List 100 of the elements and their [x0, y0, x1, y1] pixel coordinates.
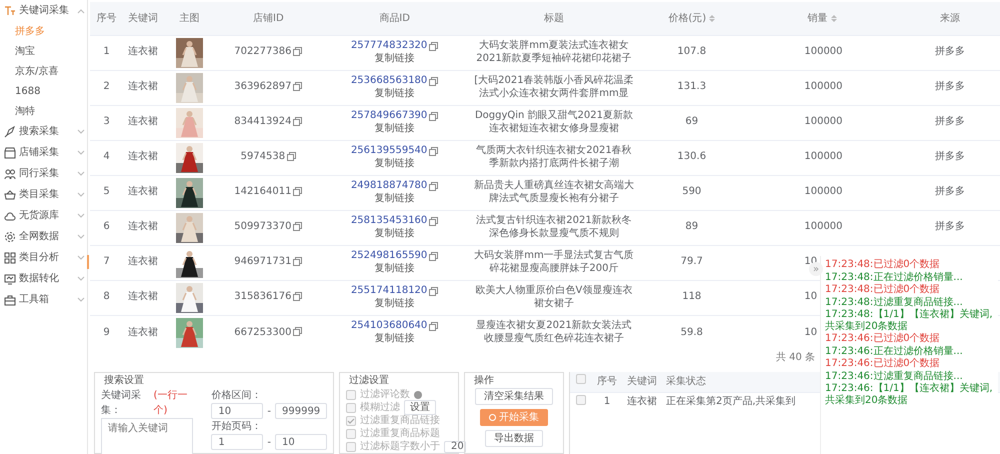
settings-button[interactable]: 设置 [404, 400, 436, 415]
copy-link[interactable]: 复制链接 [374, 88, 415, 98]
copy-icon[interactable] [429, 112, 438, 121]
checkbox[interactable] [346, 416, 356, 426]
copy-icon[interactable] [293, 327, 302, 336]
panel-legend: 搜索设置 [101, 375, 147, 387]
goods-id-link[interactable]: 257774832320 [350, 40, 428, 52]
goods-id-link[interactable]: 254103680640 [350, 320, 428, 333]
copy-link[interactable]: 复制链接 [374, 332, 415, 344]
copy-icon[interactable] [293, 187, 302, 196]
gear-icon [4, 230, 16, 242]
sort-icon[interactable] [830, 14, 837, 23]
table-cell: 6 [90, 210, 124, 245]
sidebar-item[interactable]: 全网数据 [0, 226, 87, 247]
action-button[interactable]: 导出数据 [485, 430, 543, 447]
sidebar-item[interactable]: 关键词采集 [0, 0, 87, 21]
range-separator: - [267, 404, 271, 418]
copy-icon[interactable] [287, 152, 296, 162]
goods-id-link[interactable]: 249818874780 [350, 180, 428, 192]
sidebar-subitem[interactable]: 淘特 [0, 101, 87, 121]
copy-link[interactable]: 复制链接 [374, 158, 415, 168]
field-label: 关键词采集： [101, 388, 142, 418]
checkbox[interactable] [346, 390, 356, 400]
action-button[interactable]: 清空采集结果 [475, 388, 553, 405]
copy-icon[interactable] [429, 286, 438, 296]
goods-id-link[interactable]: 253668563180 [350, 75, 428, 88]
copy-link[interactable]: 复制链接 [374, 52, 415, 64]
splitter-handle[interactable] [87, 255, 89, 269]
column-header[interactable]: 价格(元) [639, 2, 744, 35]
shop-icon [4, 146, 16, 158]
column-header[interactable]: 销量 [744, 2, 900, 35]
sidebar-item[interactable]: 店铺采集 [0, 142, 87, 163]
panel-legend: 操作 [471, 375, 497, 387]
copy-icon[interactable] [293, 222, 302, 232]
table-cell: 59.8 [639, 315, 744, 350]
table-cell: 10 [804, 326, 818, 338]
sort-icon[interactable] [709, 14, 716, 23]
goods-id-link[interactable]: 258135453160 [350, 215, 428, 228]
copy-icon[interactable] [293, 257, 302, 266]
goods-id-link[interactable]: 252498165590 [350, 250, 428, 262]
sidebar-subitem[interactable]: 淘宝 [0, 41, 87, 61]
checkbox[interactable] [346, 428, 356, 438]
copy-icon[interactable] [429, 216, 438, 226]
sidebar-item[interactable]: 类目分析 [0, 247, 87, 268]
table-cell: 107.8 [639, 35, 744, 70]
panel-legend: 过滤设置 [346, 375, 392, 387]
table-cell: 8 [90, 280, 124, 315]
checkbox[interactable] [346, 442, 356, 452]
table-cell: 大码女装胖mm夏装法式连衣裙女2021新款夏季短袖碎花裙印花裙子 [468, 35, 640, 70]
copy-icon[interactable] [293, 292, 302, 302]
copy-link[interactable]: 复制链接 [374, 298, 415, 308]
goods-id-link[interactable]: 255174118120 [350, 285, 428, 298]
copy-icon[interactable] [429, 252, 438, 261]
keyword-input[interactable]: 请输入关键词 [101, 418, 193, 454]
number-input[interactable]: 20 [444, 440, 466, 452]
table-cell: 3 [90, 105, 124, 140]
number-input[interactable]: 10 [275, 434, 327, 450]
sidebar-item[interactable]: 搜索采集 [0, 121, 87, 142]
copy-link[interactable]: 复制链接 [374, 228, 415, 238]
sidebar-item[interactable]: 类目采集 [0, 184, 87, 205]
column-header: 序号 [90, 2, 124, 35]
table-cell: 131.3 [639, 70, 744, 105]
table-cell: 连衣裙 [123, 280, 164, 315]
copy-icon[interactable] [429, 42, 438, 51]
number-input[interactable]: 10 [211, 403, 264, 419]
goods-id-link[interactable]: 257849667390 [350, 110, 428, 122]
sidebar-item[interactable]: 工具箱 [0, 289, 87, 310]
checkbox[interactable] [346, 402, 356, 412]
copy-icon[interactable] [429, 76, 438, 86]
sidebar-item[interactable]: 数据转化 [0, 268, 87, 289]
copy-icon[interactable] [293, 82, 302, 92]
checkbox[interactable] [576, 374, 586, 384]
copy-icon[interactable] [429, 146, 438, 156]
copy-icon[interactable] [429, 182, 438, 191]
checkbox[interactable] [576, 395, 586, 405]
log-entry: 17:23:48:正在过滤价格销量... [825, 272, 964, 283]
table-cell: 欧美大人物重原价白色V领显瘦连衣裙女裙子 [468, 280, 640, 315]
number-input[interactable]: 999999 [275, 403, 327, 419]
table-cell: 拼多多 [934, 221, 965, 232]
number-input[interactable]: 1 [211, 434, 264, 450]
table-cell: 拼多多 [934, 46, 965, 58]
table-cell: 连衣裙 [123, 35, 164, 70]
table-cell: 连衣裙 [123, 245, 164, 280]
sidebar-subitem[interactable]: 京东/京喜 [0, 61, 87, 81]
table-cell: 4 [90, 140, 124, 175]
table-cell: 正在采集第2页产品,共采集到 [666, 396, 796, 407]
copy-icon[interactable] [293, 117, 302, 126]
option-label: 过滤标题字数小于 [360, 440, 440, 454]
table-cell: 69 [639, 105, 744, 140]
sidebar-item[interactable]: 无货源库 [0, 205, 87, 226]
goods-id-link[interactable]: 256139559540 [350, 145, 428, 158]
copy-link[interactable]: 复制链接 [374, 122, 415, 134]
sidebar-subitem[interactable]: 1688 [0, 81, 87, 101]
copy-link[interactable]: 复制链接 [374, 192, 415, 204]
copy-link[interactable]: 复制链接 [374, 262, 415, 274]
text-icon [4, 4, 16, 16]
sidebar-item[interactable]: 同行采集 [0, 163, 87, 184]
copy-icon[interactable] [429, 322, 438, 331]
copy-icon[interactable] [293, 47, 302, 56]
table-cell: DoggyQin 韵眼又甜气2021夏新款连衣裙短连衣裙女修身显瘦裙 [468, 105, 640, 140]
